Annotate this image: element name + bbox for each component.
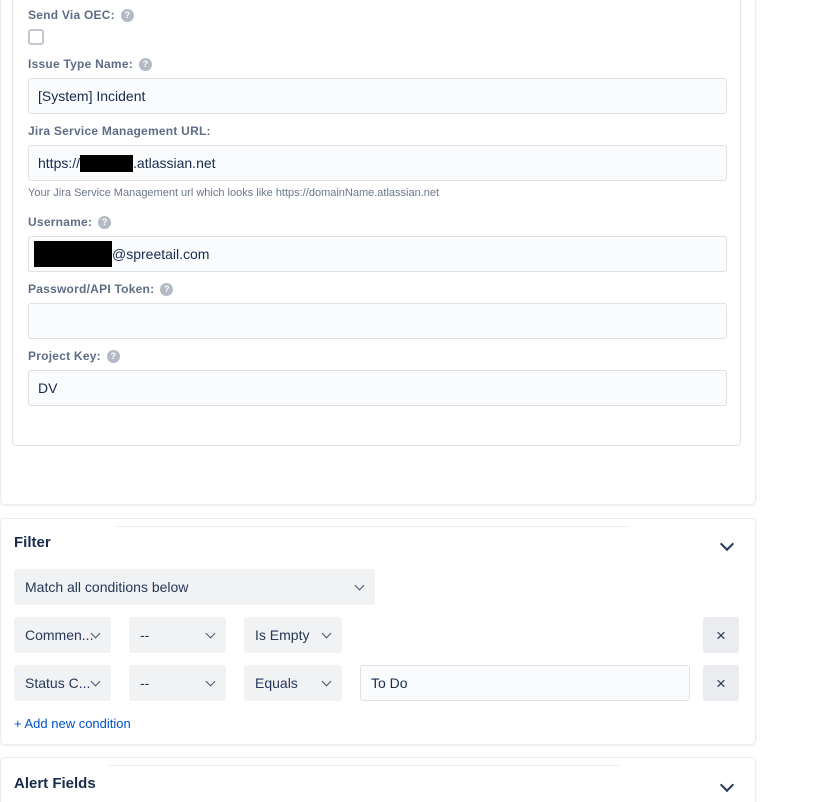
connection-settings-card: Send Via OEC: ? Issue Type Name: ? [Syst… — [0, 0, 756, 505]
condition-value-input[interactable]: To Do — [360, 665, 690, 701]
chevron-down-icon — [92, 630, 101, 639]
label-text: Jira Service Management URL: — [28, 124, 211, 138]
jira-url-input[interactable]: https:// .atlassian.net — [28, 145, 727, 181]
connection-inner-panel: Send Via OEC: ? Issue Type Name: ? [Syst… — [12, 0, 741, 446]
help-icon[interactable]: ? — [106, 349, 120, 363]
filter-condition-row: Commen... -- Is Empty × — [14, 617, 744, 653]
field-issue-type-name: Issue Type Name: ? [System] Incident — [28, 56, 727, 114]
chevron-down-icon — [207, 678, 216, 687]
label-send-via-oec: Send Via OEC: ? — [28, 7, 727, 23]
chevron-down-icon[interactable] — [720, 777, 734, 791]
card-top-divider — [116, 526, 629, 527]
filter-condition-row: Status C... -- Equals To Do × — [14, 665, 744, 701]
chevron-down-icon — [323, 678, 332, 687]
condition-field-select[interactable]: Status C... — [14, 665, 111, 701]
label-text: Send Via OEC: — [28, 8, 115, 22]
help-icon[interactable]: ? — [139, 57, 152, 71]
field-send-via-oec: Send Via OEC: ? — [28, 7, 727, 45]
username-suffix: @spreetail.com — [112, 246, 210, 262]
help-icon[interactable]: ? — [98, 215, 112, 229]
remove-condition-button[interactable]: × — [703, 617, 739, 653]
redaction-box-domain — [80, 154, 134, 172]
condition-operator-value: Equals — [255, 675, 298, 691]
label-text: Project Key: — [28, 349, 101, 363]
project-key-input[interactable]: DV — [28, 370, 727, 406]
field-project-key: Project Key: ? DV — [28, 348, 727, 406]
alert-fields-card: Alert Fields — [0, 757, 756, 802]
field-username: Username: ? @spreetail.com — [28, 214, 727, 272]
match-mode-select[interactable]: Match all conditions below — [14, 569, 375, 605]
label-text: Password/API Token: — [28, 282, 155, 296]
filter-card: Filter Match all conditions below Commen… — [0, 518, 756, 745]
remove-condition-button[interactable]: × — [703, 665, 739, 701]
chevron-down-icon[interactable] — [720, 536, 734, 550]
help-icon[interactable]: ? — [160, 282, 174, 296]
label-text: Username: — [28, 215, 93, 229]
filter-section-header[interactable]: Filter — [14, 533, 744, 553]
chevron-down-icon — [207, 630, 216, 639]
help-icon[interactable]: ? — [120, 8, 134, 22]
integration-settings-page: Send Via OEC: ? Issue Type Name: ? [Syst… — [0, 0, 817, 802]
match-mode-value: Match all conditions below — [25, 579, 189, 595]
label-issue-type-name: Issue Type Name: ? — [28, 56, 727, 72]
label-username: Username: ? — [28, 214, 727, 230]
condition-field-value: Status C... — [25, 675, 91, 691]
condition-key-value: -- — [140, 675, 150, 691]
label-jira-url: Jira Service Management URL: — [28, 123, 727, 139]
field-jira-url: Jira Service Management URL: https:// .at… — [28, 123, 727, 200]
condition-operator-select[interactable]: Equals — [244, 665, 342, 701]
url-prefix: https:// — [38, 155, 81, 171]
condition-key-value: -- — [140, 627, 150, 643]
connection-form: Send Via OEC: ? Issue Type Name: ? [Syst… — [28, 7, 727, 415]
label-password-api-token: Password/API Token: ? — [28, 281, 727, 297]
condition-field-select[interactable]: Commen... — [14, 617, 111, 653]
redaction-box-username — [34, 241, 112, 267]
filter-body: Match all conditions below Commen... -- … — [14, 569, 744, 733]
condition-operator-select[interactable]: Is Empty — [244, 617, 342, 653]
password-api-token-input[interactable] — [28, 303, 727, 339]
url-suffix: .atlassian.net — [133, 155, 216, 171]
condition-field-value: Commen... — [25, 627, 94, 643]
field-password-api-token: Password/API Token: ? — [28, 281, 727, 339]
card-top-divider — [109, 765, 619, 766]
condition-key-select[interactable]: -- — [129, 665, 226, 701]
send-via-oec-checkbox[interactable] — [28, 29, 44, 45]
chevron-down-icon — [92, 678, 101, 687]
label-text: Issue Type Name: — [28, 57, 133, 71]
alert-fields-section-header[interactable]: Alert Fields — [14, 774, 744, 794]
condition-operator-value: Is Empty — [255, 627, 310, 643]
label-project-key: Project Key: ? — [28, 348, 727, 364]
add-new-condition-link[interactable]: + Add new condition — [14, 715, 131, 732]
jira-url-help-text: Your Jira Service Management url which l… — [28, 187, 440, 199]
chevron-down-icon — [356, 582, 365, 591]
issue-type-name-input[interactable]: [System] Incident — [28, 78, 727, 114]
username-input[interactable]: @spreetail.com — [28, 236, 727, 272]
filter-title: Filter — [14, 534, 51, 551]
condition-key-select[interactable]: -- — [129, 617, 226, 653]
chevron-down-icon — [323, 630, 332, 639]
alert-fields-title: Alert Fields — [14, 775, 96, 792]
